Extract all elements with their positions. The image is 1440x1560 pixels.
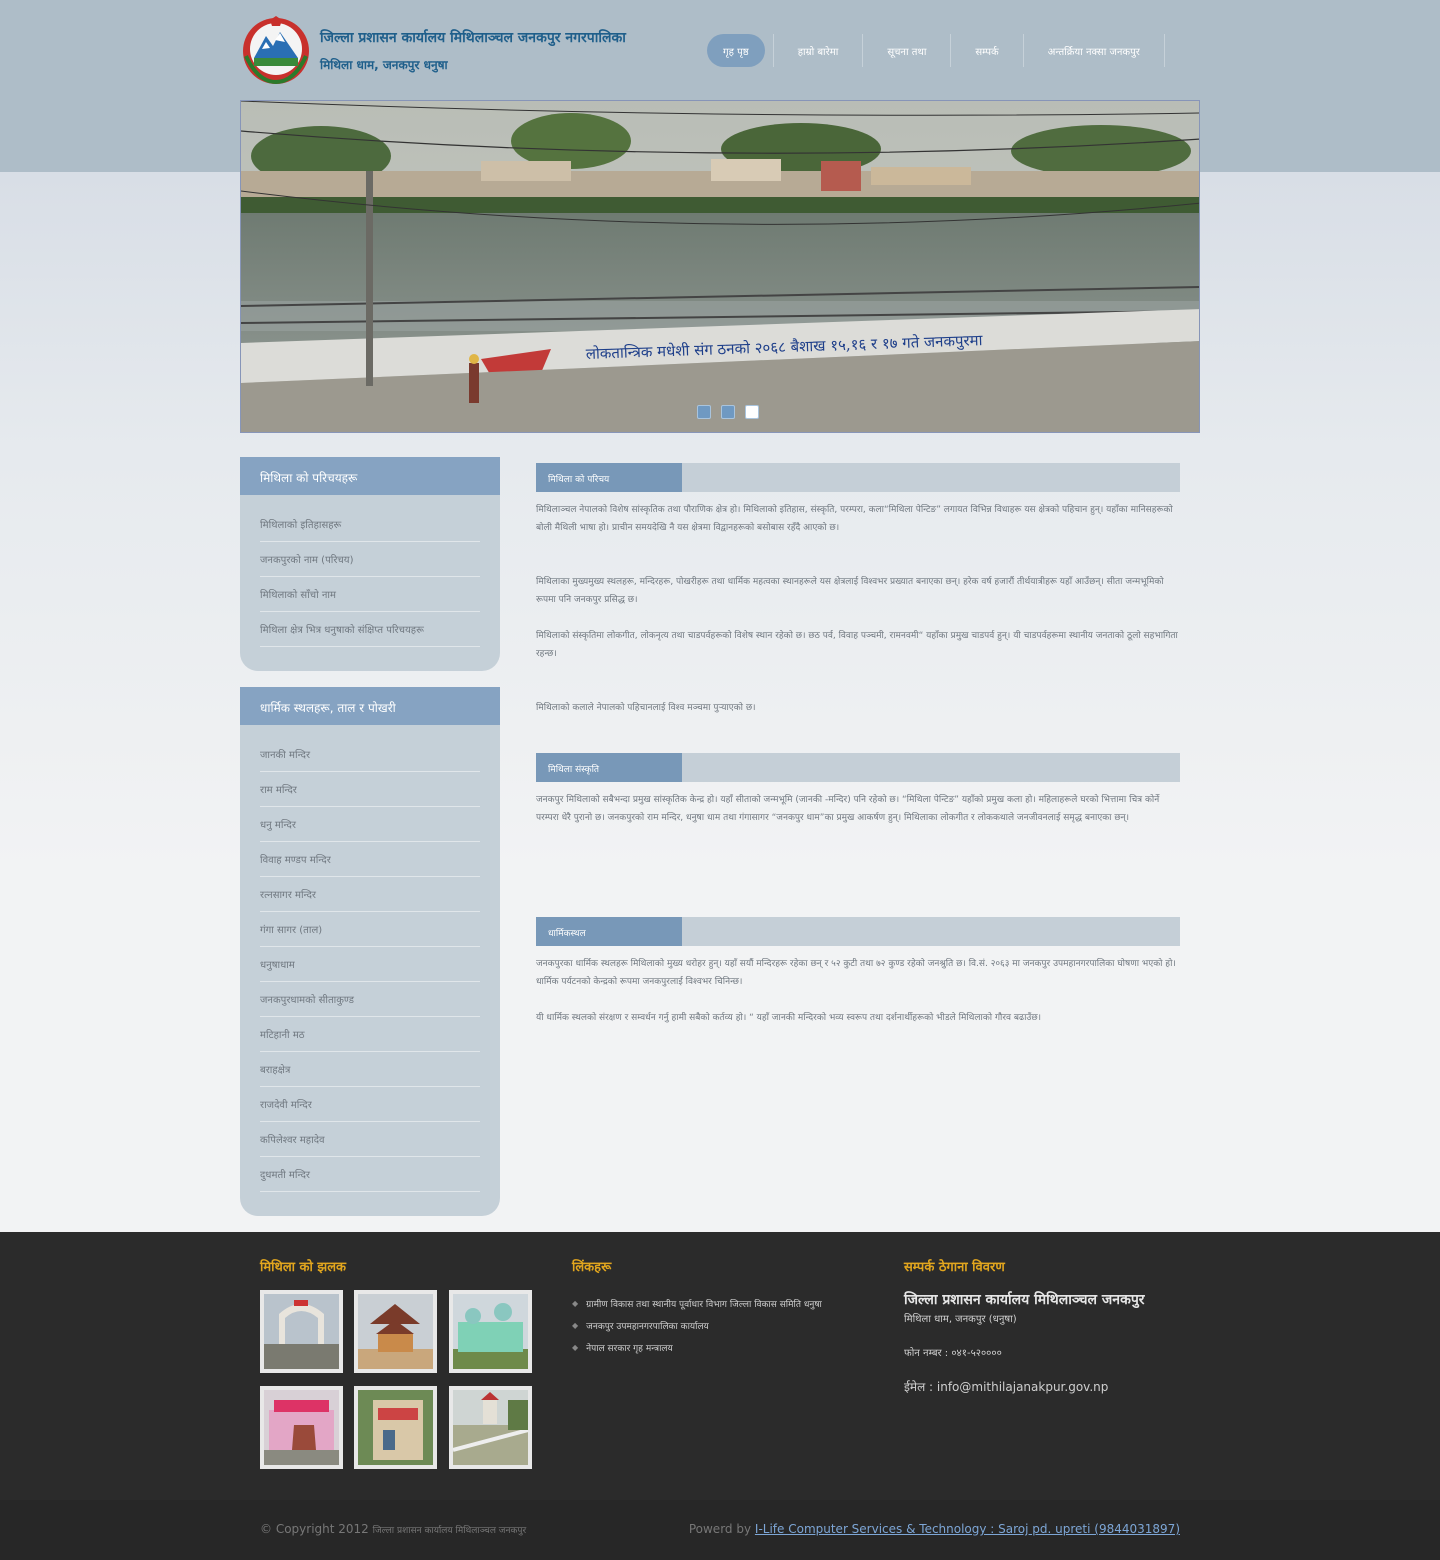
sidebar-item-janakpur-name[interactable]: जनकपुरको नाम (परिचय) [260, 542, 480, 577]
section-title-intro: मिथिला को परिचय [536, 463, 682, 492]
nav-contact[interactable]: सम्पर्क [951, 34, 1024, 67]
sidebar-religious-box: धार्मिक स्थलहरू, ताल र पोखरी जानकी मन्दि… [240, 687, 500, 1216]
gallery-thumb-3[interactable] [449, 1290, 532, 1373]
sidebar-item-dhanusha-intro[interactable]: मिथिला क्षेत्र भित्र धनुषाको संक्षिप्त प… [260, 612, 480, 647]
sidebar-religious-list: जानकी मन्दिर राम मन्दिर धनु मन्दिर विवाह… [240, 725, 500, 1216]
section-header-culture: मिथिला संस्कृति [536, 753, 1180, 782]
slideshow-pager [697, 405, 759, 419]
footer-link-label[interactable]: नेपाल सरकार गृह मन्त्रालय [586, 1341, 673, 1354]
contact-phone: फोन नम्बर : ०४१-५२०००० [904, 1348, 1002, 1359]
sidebar-item-rajdevi[interactable]: राजदेवी मन्दिर [260, 1087, 480, 1122]
sidebar-item-matihani[interactable]: मटिहानी मठ [260, 1017, 480, 1052]
sidebar-intro-list: मिथिलाको इतिहासहरू जनकपुरको नाम (परिचय) … [240, 495, 500, 671]
intro-paragraph-1: मिथिलाञ्चल नेपालको विशेष सांस्कृतिक तथा … [536, 505, 1173, 533]
sidebar-item-ratnasagar[interactable]: रत्नसागर मन्दिर [260, 877, 480, 912]
section-header-intro: मिथिला को परिचय [536, 463, 1180, 492]
footer-link-item[interactable]: ◆ जनकपुर उपमहानगरपालिका कार्यालय [572, 1314, 822, 1336]
copyright: © Copyright 2012 जिल्ला प्रशासन कार्यालय… [260, 1522, 526, 1536]
main-nav: गृह पृष्ठ हाम्रो बारेमा सूचना तथा सम्पर्… [700, 34, 1165, 67]
sidebar-intro-title: मिथिला को परिचयहरू [240, 457, 500, 495]
powered-prefix: Powerd by [688, 1522, 752, 1536]
sidebar-item-dudhmati[interactable]: दुधमती मन्दिर [260, 1157, 480, 1192]
slide-dot-3[interactable] [745, 405, 759, 419]
nav-about[interactable]: हाम्रो बारेमा [772, 34, 864, 67]
gallery-thumb-5[interactable] [354, 1386, 437, 1469]
sidebar-item-sitakunda[interactable]: जनकपुरधामको सीताकुण्ड [260, 982, 480, 1017]
site-title: जिल्ला प्रशासन कार्यालय मिथिलाञ्चल जनकपु… [320, 30, 626, 46]
site-subtitle: मिथिला धाम, जनकपुर धनुषा [320, 58, 448, 72]
banner-slideshow[interactable]: लोकतान्त्रिक मधेशी संग ठनको २०६८ बैशाख १… [240, 100, 1200, 433]
section-header-religious: धार्मिकस्थल [536, 917, 1180, 946]
gallery-thumb-2[interactable] [354, 1290, 437, 1373]
religious-paragraph-2: यी धार्मिक स्थलको संरक्षण र सम्वर्धन गर्… [536, 1013, 1042, 1023]
culture-paragraph-1: जनकपुर मिथिलाको सबैभन्दा प्रमुख सांस्कृत… [536, 795, 1160, 823]
intro-paragraph-4: मिथिलाको कलाले नेपालको पहिचानलाई विश्व म… [536, 703, 756, 713]
sidebar-item-dhanushadham[interactable]: धनुषाधाम [260, 947, 480, 982]
bullet-icon: ◆ [572, 1320, 579, 1330]
sidebar-religious-title: धार्मिक स्थलहरू, ताल र पोखरी [240, 687, 500, 725]
footer-link-item[interactable]: ◆ नेपाल सरकार गृह मन्त्रालय [572, 1336, 822, 1358]
contact-email[interactable]: ईमेल : info@mithilajanakpur.gov.np [904, 1378, 1108, 1395]
sidebar-item-kapileshwar[interactable]: कपिलेश्वर महादेव [260, 1122, 480, 1157]
footer-links-list: ◆ ग्रामीण विकास तथा स्थानीय पूर्वाधार विभ… [572, 1292, 822, 1358]
religious-paragraph-1: जनकपुरका धार्मिक स्थलहरू मिथिलाको मुख्य … [536, 959, 1176, 987]
links-title: लिंकहरू [572, 1260, 612, 1275]
footer-link-label[interactable]: ग्रामीण विकास तथा स्थानीय पूर्वाधार विभा… [586, 1297, 822, 1310]
footer-link-label[interactable]: जनकपुर उपमहानगरपालिका कार्यालय [586, 1319, 709, 1332]
sidebar-item-vivah-mandap[interactable]: विवाह मण्डप मन्दिर [260, 842, 480, 877]
nav-info[interactable]: सूचना तथा [863, 34, 952, 67]
developer-link[interactable]: I-Life Computer Services & Technology : … [755, 1522, 1180, 1536]
gallery-thumb-4[interactable] [260, 1386, 343, 1469]
section-title-religious: धार्मिकस्थल [536, 917, 682, 946]
sidebar-item-dhanu-temple[interactable]: धनु मन्दिर [260, 807, 480, 842]
footer-link-item[interactable]: ◆ ग्रामीण विकास तथा स्थानीय पूर्वाधार विभ… [572, 1292, 822, 1314]
bullet-icon: ◆ [572, 1298, 579, 1308]
bullet-icon: ◆ [572, 1342, 579, 1352]
contact-organization: जिल्ला प्रशासन कार्यालय मिथिलाञ्चल जनकपु… [904, 1292, 1145, 1308]
sidebar-intro-box: मिथिला को परिचयहरू मिथिलाको इतिहासहरू जन… [240, 457, 500, 671]
sidebar-item-barahakshetra[interactable]: बराहक्षेत्र [260, 1052, 480, 1087]
contact-address: मिथिला धाम, जनकपुर (धनुषा) [904, 1314, 1017, 1325]
copyright-prefix: © Copyright 2012 [260, 1522, 369, 1536]
sidebar-item-gangasagar[interactable]: गंगा सागर (ताल) [260, 912, 480, 947]
nepal-emblem-logo[interactable] [240, 16, 312, 86]
section-title-culture: मिथिला संस्कृति [536, 753, 682, 782]
sidebar-item-history[interactable]: मिथिलाको इतिहासहरू [260, 507, 480, 542]
contact-title: सम्पर्क ठेगाना विवरण [904, 1260, 1005, 1275]
slide-dot-1[interactable] [697, 405, 711, 419]
nav-home[interactable]: गृह पृष्ठ [707, 34, 765, 67]
sidebar-item-janaki-temple[interactable]: जानकी मन्दिर [260, 737, 480, 772]
intro-paragraph-3: मिथिलाको संस्कृतिमा लोकगीत, लोकनृत्य तथा… [536, 631, 1178, 659]
copyright-org: जिल्ला प्रशासन कार्यालय मिथिलाञ्चल जनकपु… [372, 1526, 527, 1536]
powered-by: Powerd by I-Life Computer Services & Tec… [689, 1522, 1180, 1536]
gallery-thumb-1[interactable] [260, 1290, 343, 1373]
sidebar-item-ram-temple[interactable]: राम मन्दिर [260, 772, 480, 807]
slide-dot-2[interactable] [721, 405, 735, 419]
banner-image: लोकतान्त्रिक मधेशी संग ठनको २०६८ बैशाख १… [241, 101, 1199, 432]
nav-map[interactable]: अन्तर्क्रिया नक्सा जनकपुर [1024, 34, 1165, 67]
gallery-thumb-6[interactable] [449, 1386, 532, 1469]
gallery-title: मिथिला को झलक [260, 1260, 347, 1275]
intro-paragraph-2: मिथिलाका मुख्यमुख्य स्थलहरू, मन्दिरहरू, … [536, 577, 1164, 605]
sidebar-item-true-name[interactable]: मिथिलाको साँचो नाम [260, 577, 480, 612]
